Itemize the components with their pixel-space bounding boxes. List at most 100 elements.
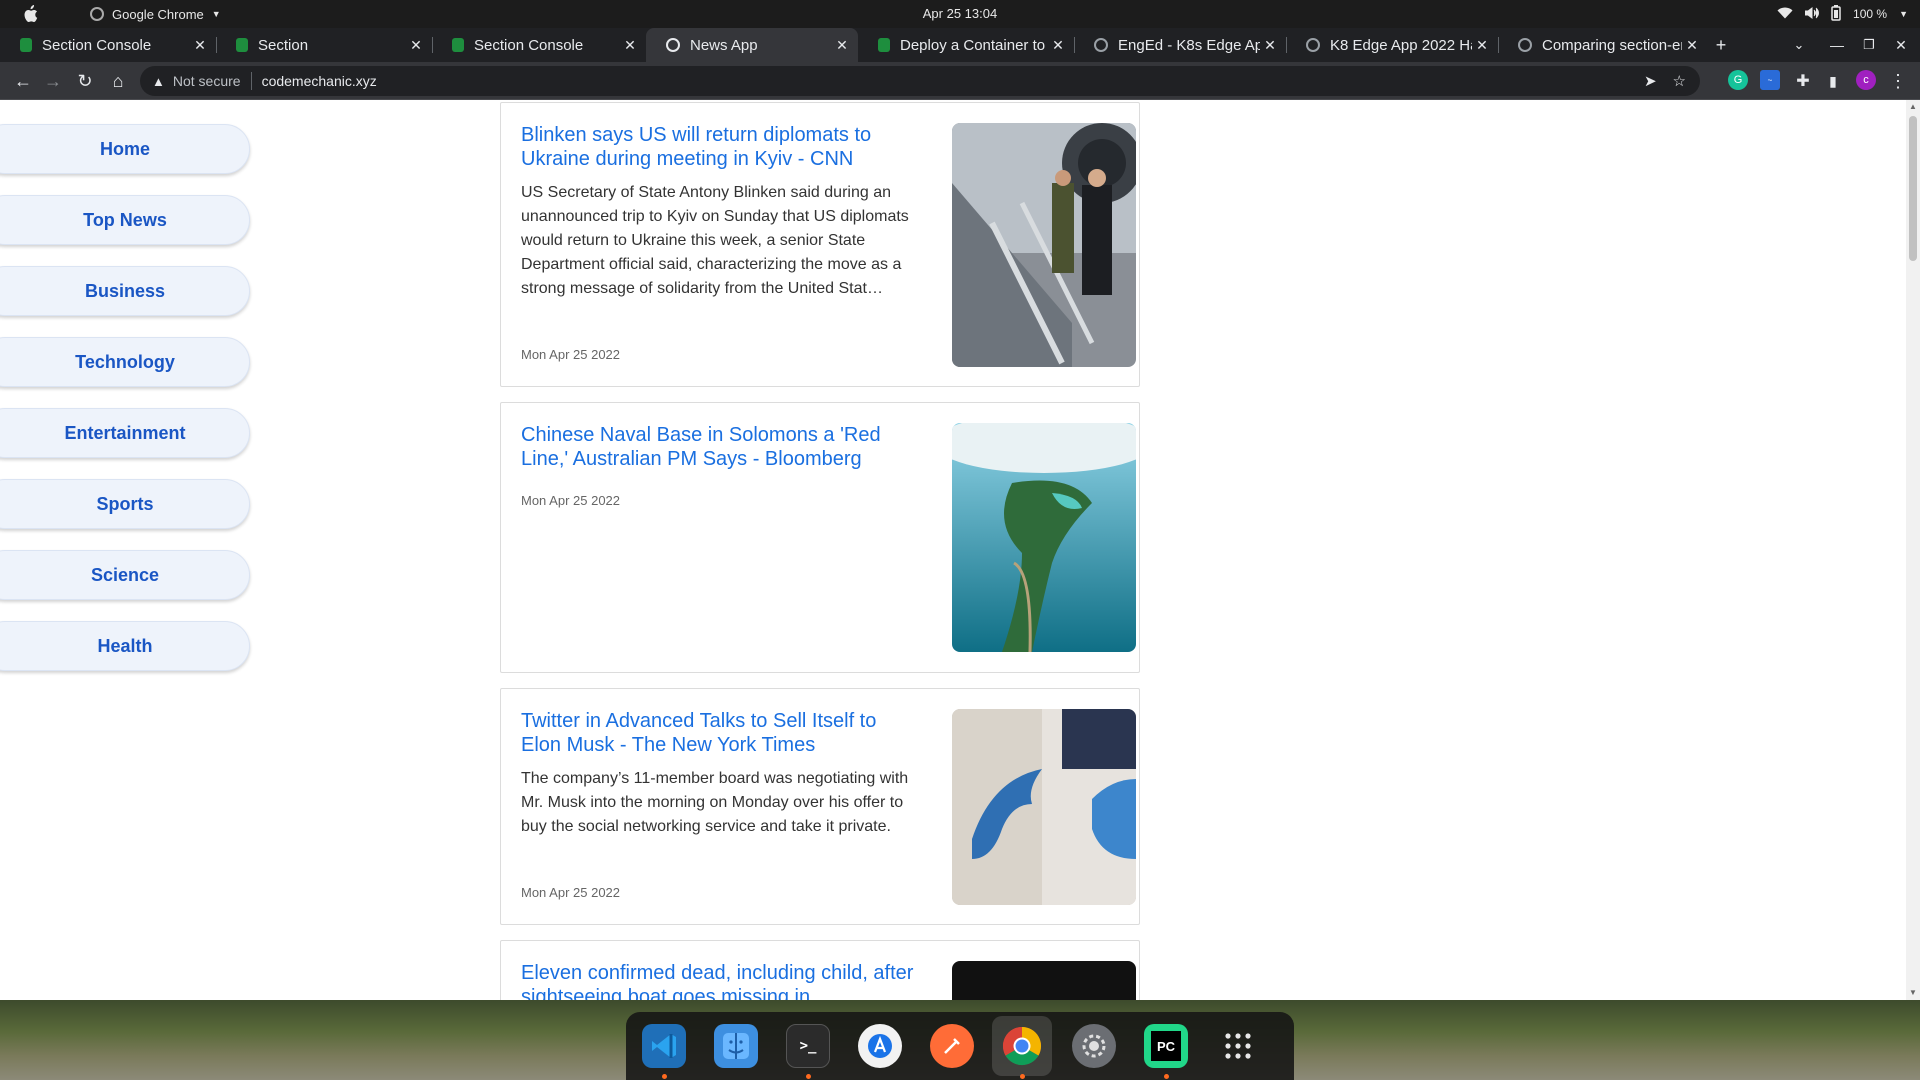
send-to-device-icon[interactable]: ➤ bbox=[1644, 72, 1657, 90]
back-icon[interactable]: ← bbox=[8, 66, 38, 96]
restore-icon[interactable]: ❐ bbox=[1854, 28, 1884, 62]
grammarly-icon[interactable]: G bbox=[1728, 70, 1748, 90]
extensions-puzzle-icon[interactable]: ✚ bbox=[1788, 66, 1818, 96]
tab-title: Comparing section-en bbox=[1542, 36, 1682, 54]
chevron-down-icon: ▼ bbox=[211, 9, 221, 19]
article-image[interactable] bbox=[952, 961, 1136, 1000]
tab-search-icon[interactable]: ⌄ bbox=[1784, 28, 1814, 62]
article-card: Twitter in Advanced Talks to Sell Itself… bbox=[500, 688, 1140, 925]
os-top-bar: Google Chrome ▼ Apr 25 13:04 100 % ▼ bbox=[0, 0, 1920, 28]
page-scrollbar[interactable]: ▲ ▼ bbox=[1906, 100, 1920, 1000]
home-icon[interactable]: ⌂ bbox=[103, 66, 133, 96]
postman-icon[interactable] bbox=[930, 1024, 974, 1068]
sidebar-item-health[interactable]: Health bbox=[0, 621, 250, 671]
sidebar-item-sports[interactable]: Sports bbox=[0, 479, 250, 529]
scroll-up-icon[interactable]: ▲ bbox=[1908, 102, 1918, 111]
github-icon bbox=[1518, 38, 1532, 52]
section-icon bbox=[878, 38, 890, 52]
close-icon[interactable]: ✕ bbox=[1472, 37, 1492, 54]
article-image[interactable] bbox=[952, 423, 1136, 652]
article-date: Mon Apr 25 2022 bbox=[521, 885, 621, 900]
menu-kebab-icon[interactable]: ⋮ bbox=[1883, 66, 1913, 96]
tab-title: News App bbox=[690, 36, 758, 54]
close-icon[interactable]: ✕ bbox=[832, 37, 852, 54]
article-headline[interactable]: Chinese Naval Base in Solomons a 'Red Li… bbox=[521, 423, 921, 471]
tab-section-console-2[interactable]: Section Console ✕ bbox=[432, 28, 646, 62]
article-card: Eleven confirmed dead, including child, … bbox=[500, 940, 1140, 1000]
sidebar-item-science[interactable]: Science bbox=[0, 550, 250, 600]
minimize-icon[interactable]: — bbox=[1822, 28, 1852, 62]
article-headline[interactable]: Eleven confirmed dead, including child, … bbox=[521, 961, 921, 1000]
article-date: Mon Apr 25 2022 bbox=[521, 493, 621, 508]
tab-comparing-section[interactable]: Comparing section-en ✕ bbox=[1498, 28, 1708, 62]
article-card: Blinken says US will return diplomats to… bbox=[500, 102, 1140, 387]
tab-title: EngEd - K8s Edge App bbox=[1118, 36, 1260, 54]
close-icon[interactable]: ✕ bbox=[1682, 37, 1702, 54]
tab-title: Section Console bbox=[42, 36, 152, 54]
article-description: US Secretary of State Antony Blinken sai… bbox=[521, 184, 909, 297]
article-image[interactable] bbox=[952, 123, 1136, 367]
vscode-icon[interactable] bbox=[642, 1024, 686, 1068]
volume-icon[interactable] bbox=[1804, 6, 1820, 22]
battery-icon[interactable] bbox=[1831, 4, 1841, 24]
chrome-small-icon bbox=[90, 7, 104, 21]
sidebar-item-technology[interactable]: Technology bbox=[0, 337, 250, 387]
close-window-icon[interactable]: ✕ bbox=[1886, 28, 1916, 62]
tab-deploy-container[interactable]: Deploy a Container to ✕ bbox=[858, 28, 1074, 62]
settings-icon[interactable] bbox=[1072, 1024, 1116, 1068]
apple-icon[interactable] bbox=[22, 5, 38, 23]
system-tray[interactable]: 100 % ▼ bbox=[1777, 0, 1908, 28]
profile-avatar[interactable]: c bbox=[1856, 70, 1876, 90]
address-actions: ➤ ☆ bbox=[1644, 66, 1686, 96]
scrollbar-thumb[interactable] bbox=[1909, 116, 1917, 261]
sidebar-item-business[interactable]: Business bbox=[0, 266, 250, 316]
running-indicator bbox=[662, 1074, 667, 1079]
app-menu[interactable]: Google Chrome ▼ bbox=[90, 0, 221, 28]
wifi-icon[interactable] bbox=[1777, 7, 1793, 22]
close-icon[interactable]: ✕ bbox=[620, 37, 640, 54]
close-icon[interactable]: ✕ bbox=[1260, 37, 1280, 54]
running-indicator bbox=[1020, 1074, 1025, 1079]
extension-icon[interactable]: ~ bbox=[1760, 70, 1780, 90]
tab-enged-k8s[interactable]: EngEd - K8s Edge App ✕ bbox=[1074, 28, 1286, 62]
article-headline[interactable]: Twitter in Advanced Talks to Sell Itself… bbox=[521, 709, 921, 757]
sidebar-item-home[interactable]: Home bbox=[0, 124, 250, 174]
address-bar[interactable]: ▲ Not secure codemechanic.xyz ➤ ☆ bbox=[140, 66, 1700, 96]
app-menu-label: Google Chrome bbox=[112, 6, 204, 22]
forward-icon[interactable]: → bbox=[38, 66, 68, 96]
close-icon[interactable]: ✕ bbox=[1048, 37, 1068, 54]
security-status[interactable]: Not secure bbox=[173, 73, 241, 89]
sidebar-item-top-news[interactable]: Top News bbox=[0, 195, 250, 245]
article-card: Chinese Naval Base in Solomons a 'Red Li… bbox=[500, 402, 1140, 673]
running-indicator bbox=[806, 1074, 811, 1079]
tab-section-console-1[interactable]: Section Console ✕ bbox=[0, 28, 216, 62]
chevron-down-icon[interactable]: ▼ bbox=[1899, 9, 1908, 19]
running-indicator bbox=[1164, 1074, 1169, 1079]
article-description: The company’s 11-member board was negoti… bbox=[521, 770, 909, 835]
tab-section[interactable]: Section ✕ bbox=[216, 28, 432, 62]
chrome-icon[interactable] bbox=[1000, 1024, 1044, 1068]
new-tab-icon[interactable]: + bbox=[1706, 28, 1736, 62]
side-panel-icon[interactable]: ▮ bbox=[1818, 66, 1848, 96]
bookmark-star-icon[interactable]: ☆ bbox=[1673, 72, 1686, 90]
close-icon[interactable]: ✕ bbox=[406, 37, 426, 54]
tab-k8-edge-app[interactable]: K8 Edge App 2022 Hac ✕ bbox=[1286, 28, 1498, 62]
finder-icon[interactable] bbox=[714, 1024, 758, 1068]
reload-icon[interactable]: ↻ bbox=[70, 66, 100, 96]
tab-strip: Section Console ✕ Section ✕ Section Cons… bbox=[0, 28, 1920, 62]
github-icon bbox=[1094, 38, 1108, 52]
url-text[interactable]: codemechanic.xyz bbox=[262, 73, 377, 89]
warning-icon[interactable]: ▲ bbox=[152, 74, 165, 89]
app-store-icon[interactable] bbox=[858, 1024, 902, 1068]
tab-title: Section bbox=[258, 36, 309, 54]
tab-news-app[interactable]: News App ✕ bbox=[646, 28, 858, 62]
close-icon[interactable]: ✕ bbox=[190, 37, 210, 54]
article-headline[interactable]: Blinken says US will return diplomats to… bbox=[521, 123, 921, 171]
browser-toolbar: ← → ↻ ⌂ ▲ Not secure codemechanic.xyz ➤ … bbox=[0, 62, 1920, 100]
terminal-icon[interactable]: >_ bbox=[786, 1024, 830, 1068]
app-grid-icon[interactable] bbox=[1216, 1024, 1260, 1068]
sidebar-item-entertainment[interactable]: Entertainment bbox=[0, 408, 250, 458]
pycharm-icon[interactable]: PC bbox=[1144, 1024, 1188, 1068]
article-image[interactable] bbox=[952, 709, 1136, 905]
scroll-down-icon[interactable]: ▼ bbox=[1908, 988, 1918, 997]
